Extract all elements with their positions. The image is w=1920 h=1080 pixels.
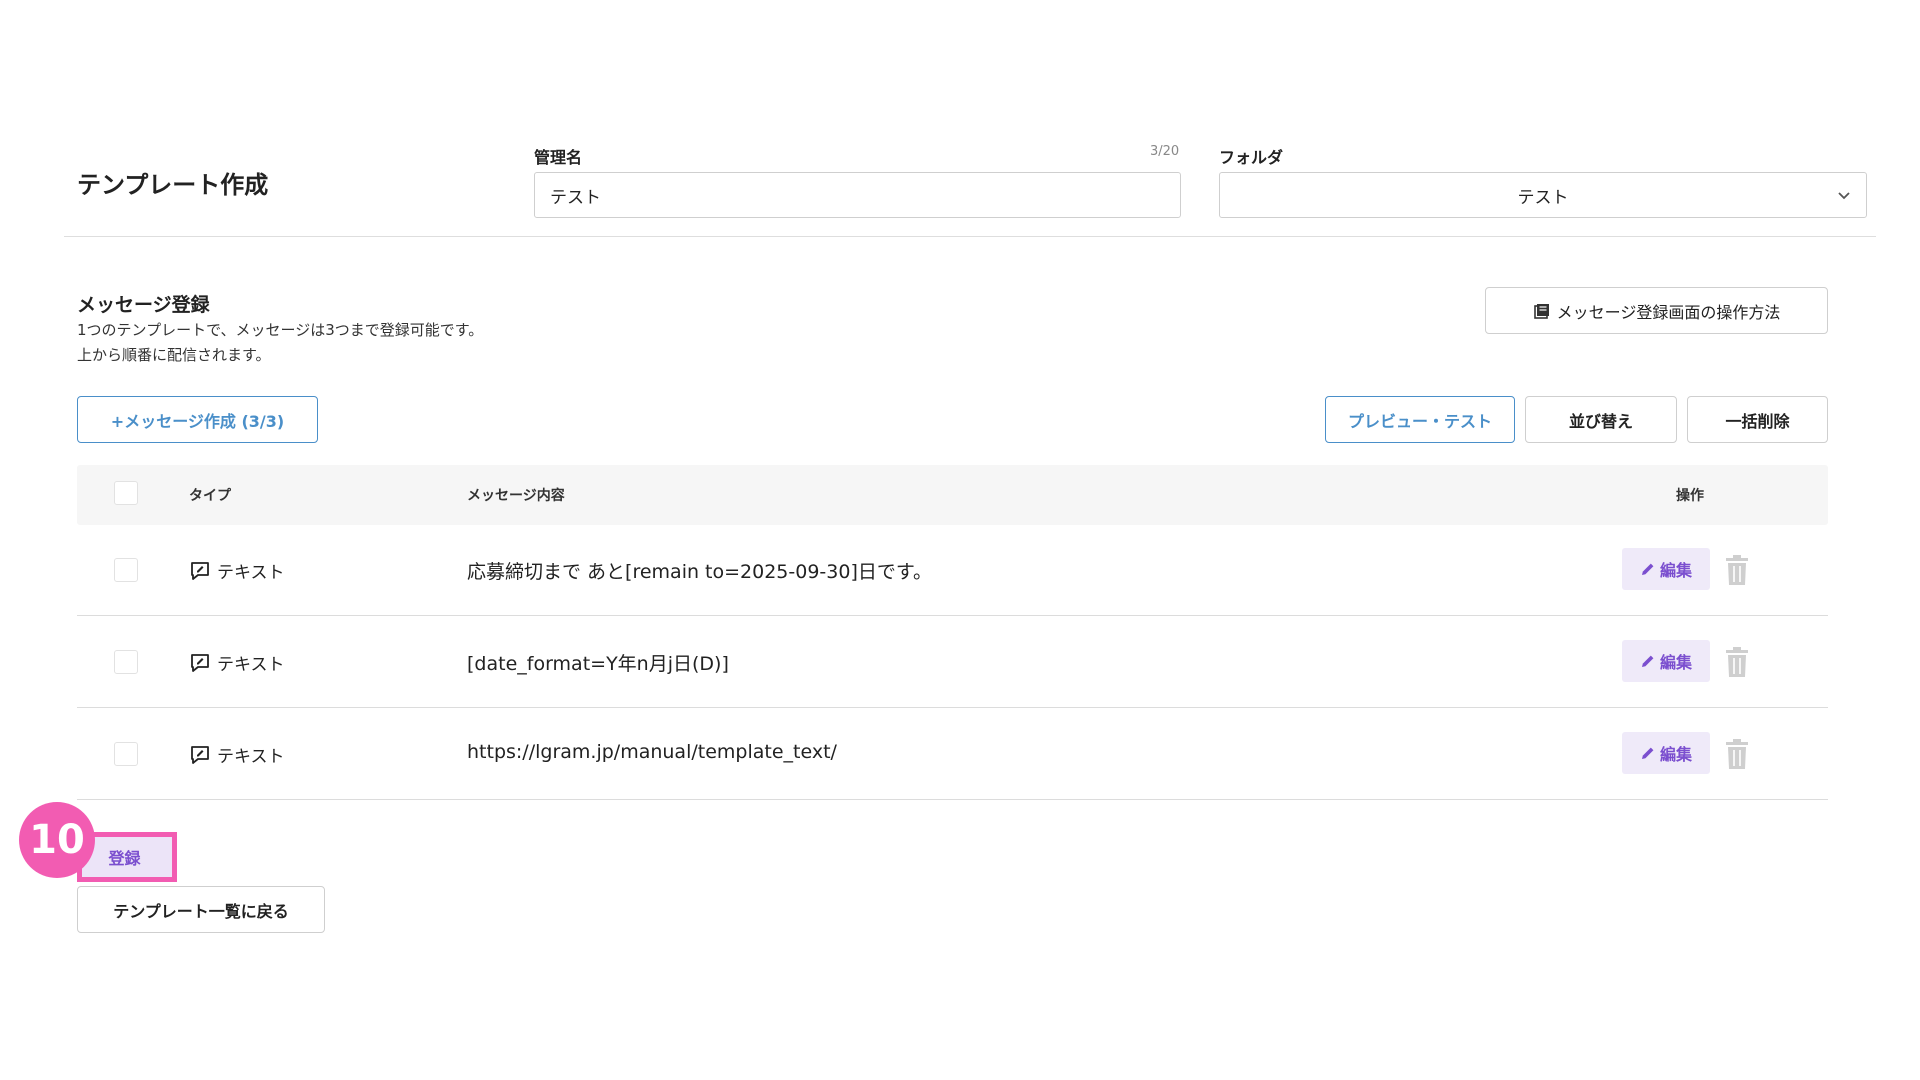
row-divider bbox=[77, 615, 1828, 616]
select-all-checkbox[interactable] bbox=[114, 481, 138, 505]
help-button[interactable]: メッセージ登録画面の操作方法 bbox=[1485, 287, 1828, 334]
edit-button-label: 編集 bbox=[1659, 653, 1692, 672]
row-type-label: テキスト bbox=[217, 563, 285, 583]
pencil-icon bbox=[1641, 563, 1654, 575]
edit-button[interactable]: 編集 bbox=[1622, 640, 1710, 682]
header-divider bbox=[64, 236, 1876, 237]
edit-button-label: 編集 bbox=[1659, 561, 1692, 580]
page-title: テンプレート作成 bbox=[77, 171, 269, 199]
manual-book-icon bbox=[1533, 303, 1549, 319]
row-divider bbox=[77, 707, 1828, 708]
text-message-icon bbox=[191, 561, 209, 580]
bulk-delete-button[interactable]: 一括削除 bbox=[1687, 396, 1828, 443]
help-button-label: メッセージ登録画面の操作方法 bbox=[1556, 302, 1781, 322]
preview-test-button[interactable]: プレビュー・テスト bbox=[1325, 396, 1515, 443]
trash-icon[interactable] bbox=[1722, 737, 1752, 771]
row-type-label: テキスト bbox=[217, 747, 285, 767]
table-header bbox=[77, 465, 1828, 525]
row-type: テキスト bbox=[189, 558, 285, 583]
sort-button[interactable]: 並び替え bbox=[1525, 396, 1677, 443]
name-input[interactable]: テスト bbox=[534, 172, 1181, 218]
row-checkbox[interactable] bbox=[114, 742, 138, 766]
pencil-icon bbox=[1641, 747, 1654, 759]
trash-icon[interactable] bbox=[1722, 645, 1752, 679]
section-description-line2: 上から順番に配信されます。 bbox=[77, 346, 271, 364]
row-checkbox[interactable] bbox=[114, 650, 138, 674]
chevron-down-icon bbox=[1838, 192, 1850, 200]
row-type: テキスト bbox=[189, 650, 285, 675]
row-checkbox[interactable] bbox=[114, 558, 138, 582]
row-content: [date_format=Y年n月j日(D)] bbox=[467, 653, 729, 675]
row-content: https://lgram.jp/manual/template_text/ bbox=[467, 741, 837, 763]
section-description-line1: 1つのテンプレートで、メッセージは3つまで登録可能です。 bbox=[77, 321, 484, 339]
column-header-content: メッセージ内容 bbox=[467, 488, 565, 504]
edit-button[interactable]: 編集 bbox=[1622, 732, 1710, 774]
pencil-icon bbox=[1641, 655, 1654, 667]
step-number-badge: 10 bbox=[19, 802, 95, 878]
row-type-label: テキスト bbox=[217, 655, 285, 675]
row-type: テキスト bbox=[189, 742, 285, 767]
folder-select-value: テスト bbox=[1517, 187, 1569, 208]
edit-button[interactable]: 編集 bbox=[1622, 548, 1710, 590]
section-title: メッセージ登録 bbox=[77, 294, 210, 316]
trash-icon[interactable] bbox=[1722, 553, 1752, 587]
edit-button-label: 編集 bbox=[1659, 745, 1692, 764]
name-char-counter: 3/20 bbox=[1150, 144, 1180, 159]
row-content: 応募締切まで あと[remain to=2025-09-30]日です。 bbox=[467, 561, 932, 583]
folder-label: フォルダ bbox=[1219, 148, 1284, 167]
column-header-actions: 操作 bbox=[1676, 488, 1704, 504]
folder-select[interactable]: テスト bbox=[1219, 172, 1867, 218]
back-to-list-button[interactable]: テンプレート一覧に戻る bbox=[77, 886, 325, 933]
text-message-icon bbox=[191, 653, 209, 672]
row-divider bbox=[77, 799, 1828, 800]
column-header-type: タイプ bbox=[189, 488, 231, 504]
name-label: 管理名 bbox=[534, 148, 583, 167]
text-message-icon bbox=[191, 745, 209, 764]
create-message-button[interactable]: +メッセージ作成 (3/3) bbox=[77, 396, 318, 443]
